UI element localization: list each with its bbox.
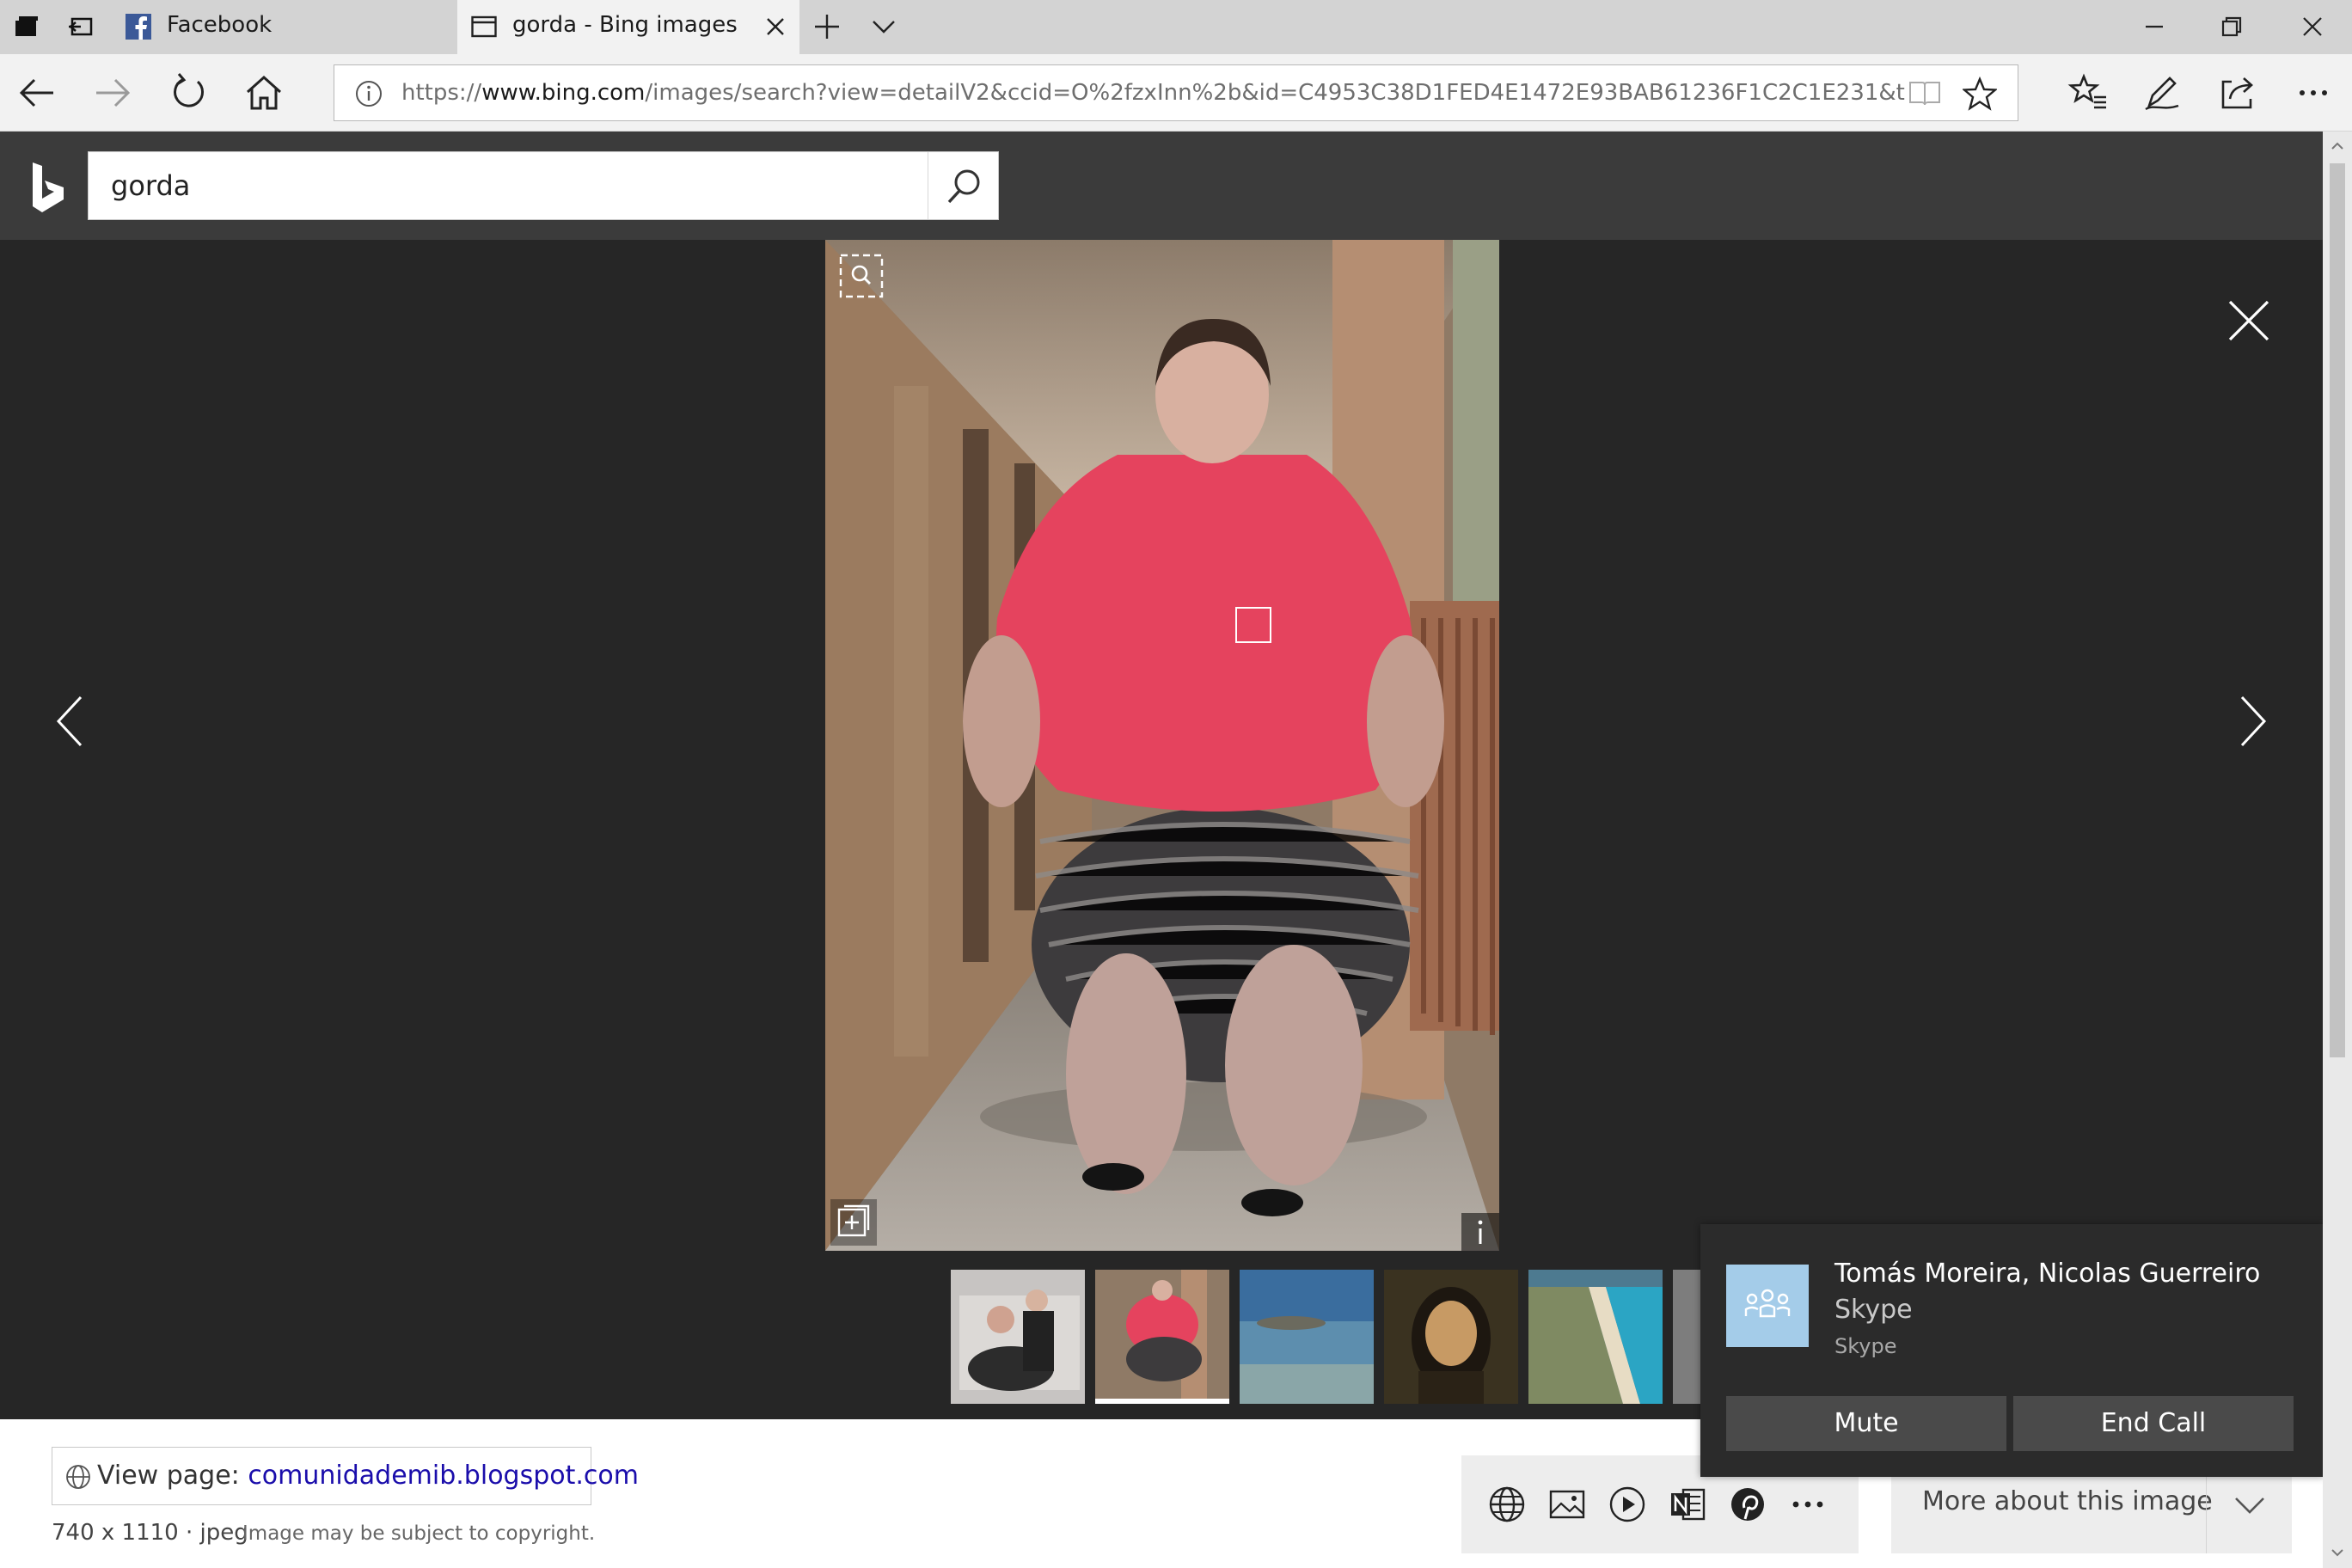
scroll-up-icon[interactable] — [2326, 138, 2349, 155]
view-page-button[interactable]: View page: comunidademib.blogspot.com — [52, 1447, 639, 1505]
next-image-chevron-icon[interactable] — [2232, 687, 2275, 756]
new-tab-icon[interactable] — [812, 11, 842, 42]
info-icon[interactable] — [1461, 1213, 1499, 1251]
more-actions-icon[interactable] — [1785, 1481, 1831, 1528]
close-window-icon[interactable] — [2297, 11, 2328, 42]
more-about-label: More about this image — [1922, 1486, 2213, 1516]
address-bar[interactable]: https://www.bing.com/images/search?view=… — [334, 64, 2018, 121]
tab-facebook[interactable]: Facebook — [115, 0, 456, 54]
search-box: gorda — [88, 151, 999, 220]
view-page-text: View page: comunidademib.blogspot.com — [97, 1461, 639, 1491]
skype-group-icon — [1726, 1265, 1809, 1347]
search-icon — [946, 168, 983, 205]
view-page-label: View page: — [97, 1461, 248, 1491]
bing-header: gorda — [0, 132, 2323, 240]
scroll-down-icon[interactable] — [2326, 1544, 2349, 1561]
browser-toolbar: https://www.bing.com/images/search?view=… — [0, 54, 2352, 132]
forward-icon[interactable] — [89, 70, 136, 116]
site-info-icon[interactable] — [353, 78, 384, 109]
url-prefix: https:// — [401, 80, 482, 106]
thumbnail-1[interactable] — [951, 1270, 1085, 1404]
web-note-pen-icon[interactable] — [2139, 70, 2185, 116]
more-settings-icon[interactable] — [2290, 70, 2337, 116]
thumbnail-6-partial[interactable] — [1673, 1270, 1700, 1404]
tab-preview-chevron-icon[interactable] — [868, 11, 899, 42]
toast-app-name: Skype — [1834, 1334, 1897, 1358]
web-search-globe-icon[interactable] — [1484, 1481, 1530, 1528]
bing-logo-icon[interactable] — [29, 161, 67, 214]
thumbnail-3[interactable] — [1240, 1270, 1374, 1404]
add-to-collection-icon[interactable] — [830, 1199, 877, 1246]
refresh-icon[interactable] — [165, 70, 211, 116]
main-photo — [825, 240, 1499, 1251]
end-call-button[interactable]: End Call — [2013, 1396, 2294, 1451]
onenote-icon[interactable] — [1664, 1481, 1711, 1528]
tab-label: gorda - Bing images — [512, 12, 738, 38]
url-text: https://www.bing.com/images/search?view=… — [401, 80, 1906, 106]
search-button[interactable] — [928, 152, 999, 219]
view-page-link[interactable]: comunidademib.blogspot.com — [248, 1461, 639, 1491]
video-play-icon[interactable] — [1604, 1481, 1651, 1528]
restore-icon[interactable] — [2216, 11, 2247, 42]
favorite-star-icon[interactable] — [1963, 77, 1997, 111]
close-viewer-icon[interactable] — [2225, 297, 2273, 345]
visual-search-icon[interactable] — [837, 252, 885, 300]
image-search-icon[interactable] — [1544, 1481, 1590, 1528]
reading-view-icon[interactable] — [1908, 78, 1942, 109]
url-path: /images/search?view=detailV2&ccid=O%2fzx… — [645, 80, 1906, 106]
thumbnail-5[interactable] — [1528, 1270, 1663, 1404]
tab-set-aside-icon[interactable] — [12, 12, 41, 41]
previous-image-chevron-icon[interactable] — [48, 687, 91, 756]
share-icon[interactable] — [2214, 70, 2261, 116]
url-host: www.bing.com — [481, 80, 646, 106]
minimize-icon[interactable] — [2139, 11, 2170, 42]
back-icon[interactable] — [14, 70, 60, 116]
pinterest-icon[interactable] — [1724, 1481, 1771, 1528]
tab-strip: Facebook gorda - Bing images — [0, 0, 2352, 54]
close-tab-icon[interactable] — [760, 11, 791, 42]
favorites-hub-icon[interactable] — [2065, 70, 2111, 116]
image-dimensions: 740 x 1110 · jpeg — [52, 1520, 248, 1546]
facebook-icon — [126, 14, 151, 40]
toast-title: Tomás Moreira, Nicolas Guerreiro — [1834, 1259, 2261, 1289]
thumbnail-4[interactable] — [1384, 1270, 1518, 1404]
toast-subtitle: Skype — [1834, 1295, 1913, 1325]
tab-bing-images[interactable]: gorda - Bing images — [457, 0, 799, 54]
copyright-notice: Image may be subject to copyright. — [242, 1522, 596, 1545]
globe-icon — [64, 1463, 92, 1491]
search-input[interactable]: gorda — [111, 169, 190, 202]
main-image[interactable] — [825, 240, 1499, 1251]
tab-label: Facebook — [167, 12, 273, 38]
thumbnail-2-selected[interactable] — [1095, 1270, 1229, 1404]
page-icon — [471, 15, 497, 40]
scrollbar-thumb[interactable] — [2330, 163, 2345, 1057]
mute-button[interactable]: Mute — [1726, 1396, 2006, 1451]
skype-call-notification: Tomás Moreira, Nicolas Guerreiro Skype S… — [1700, 1224, 2324, 1477]
home-icon[interactable] — [241, 70, 287, 116]
tabs-back-icon[interactable] — [67, 12, 96, 41]
